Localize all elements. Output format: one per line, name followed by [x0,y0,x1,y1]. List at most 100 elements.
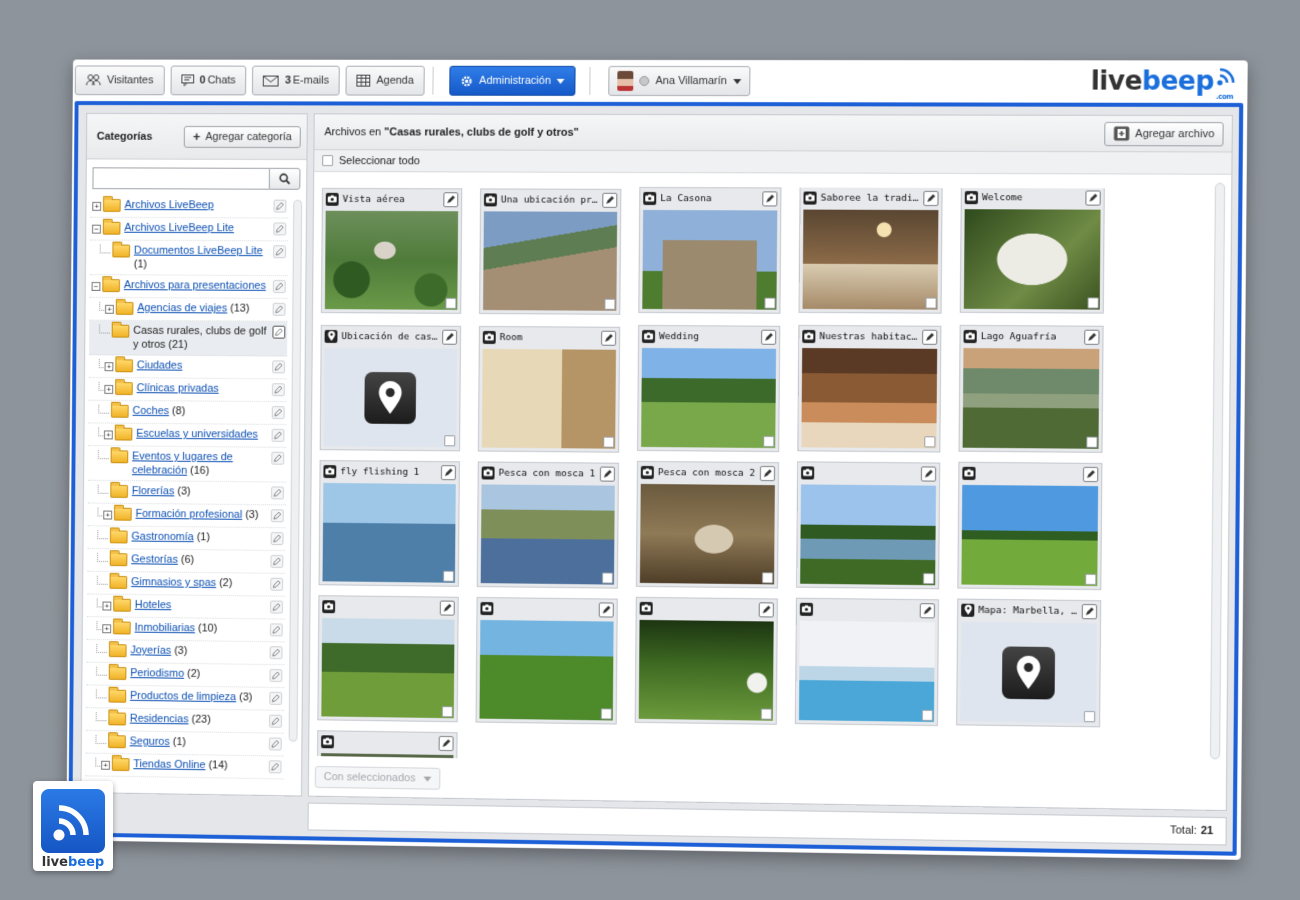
edit-file-icon[interactable] [923,190,939,206]
file-checkbox[interactable] [1083,710,1096,723]
add-file-button[interactable]: Agregar archivo [1104,121,1224,146]
category-tree-item[interactable]: − Archivos LiveBeep Lite [90,217,289,242]
photo-thumbnail[interactable] [641,347,777,449]
category-link[interactable]: Escuelas y universidades [136,428,258,441]
file-card[interactable] [796,461,941,590]
file-card[interactable] [957,461,1103,591]
edit-category-icon[interactable] [271,451,285,465]
file-checkbox[interactable] [444,435,456,447]
category-tree-item[interactable]: + Agencias de viajes (13) [89,297,288,322]
photo-thumbnail[interactable] [324,210,459,310]
category-link[interactable]: Joyerías [130,644,171,656]
file-card[interactable]: Ubicación de casa rural [319,324,462,452]
edit-category-icon[interactable] [272,325,286,339]
edit-category-icon[interactable] [271,486,284,500]
photo-thumbnail[interactable] [481,348,616,449]
category-tree-item[interactable]: Gimnasios y spas (2) [86,571,286,597]
edit-category-icon[interactable] [269,669,283,683]
category-tree-item[interactable]: Seguros (1) [85,730,284,757]
category-tree-item[interactable]: Florerías (3) [87,480,286,506]
edit-file-icon[interactable] [761,329,777,345]
photo-thumbnail[interactable] [322,482,456,583]
edit-file-icon[interactable] [759,465,776,481]
file-card[interactable]: Saboree la tradición [798,186,943,314]
file-checkbox[interactable] [603,436,615,448]
file-checkbox[interactable] [1086,436,1098,448]
edit-file-icon[interactable] [442,329,458,345]
file-card[interactable] [634,596,778,725]
file-card[interactable]: Wedding [637,324,781,453]
file-checkbox[interactable] [443,570,455,582]
category-link[interactable]: Gastronomía [131,531,193,544]
category-tree-item[interactable]: + Ciudades [88,355,288,380]
edit-category-icon[interactable] [271,406,285,420]
photo-thumbnail[interactable] [802,209,939,310]
edit-file-icon[interactable] [598,601,614,618]
map-placeholder[interactable] [960,621,1097,724]
edit-file-icon[interactable] [602,192,618,208]
edit-file-icon[interactable] [599,466,615,482]
category-link[interactable]: Florerías [132,485,175,497]
category-link[interactable]: Eventos y lugares de celebración [132,450,233,476]
edit-file-icon[interactable] [762,190,778,206]
edit-category-icon[interactable] [270,577,284,591]
edit-category-icon[interactable] [270,554,284,568]
photo-thumbnail[interactable] [963,209,1101,310]
edit-category-icon[interactable] [268,760,282,774]
category-link[interactable]: Agencias de viajes [137,302,227,314]
category-link[interactable]: Formación profesional [136,508,243,521]
user-menu-button[interactable]: Ana Villamarín [608,65,751,97]
file-card[interactable]: Mapa: Marbella, España [956,598,1102,728]
files-scrollbar[interactable] [1209,182,1226,760]
category-link[interactable]: Clínicas privadas [137,382,219,394]
edit-category-icon[interactable] [271,428,285,442]
edit-file-icon[interactable] [1082,466,1099,482]
category-link[interactable]: Residencias [130,713,189,726]
file-card[interactable]: Una ubicación privilegiada [479,188,622,315]
category-tree-item[interactable]: − Archivos para presentaciones [89,275,288,299]
category-tree-item[interactable]: Documentos LiveBeep Lite (1) [89,240,289,277]
collapse-icon[interactable]: − [92,224,101,234]
category-link[interactable]: Seguros [130,735,170,747]
photo-thumbnail[interactable] [801,347,938,449]
expand-icon[interactable]: + [101,760,110,770]
collapse-icon[interactable]: − [91,282,101,291]
category-link[interactable]: Archivos para presentaciones [124,279,266,292]
category-tree-item[interactable]: Gestorías (6) [87,548,286,574]
search-button[interactable] [268,167,301,190]
edit-category-icon[interactable] [273,199,287,213]
category-search-input[interactable] [92,167,269,190]
file-checkbox[interactable] [924,436,936,448]
visitors-button[interactable]: Visitantes [74,65,165,96]
select-all-row[interactable]: Seleccionar todo [314,150,1232,175]
file-card[interactable]: Pesca con mosca 2 [635,460,780,589]
edit-category-icon[interactable] [269,714,282,728]
file-checkbox[interactable] [1087,297,1099,309]
agenda-button[interactable]: Agenda [345,65,425,96]
edit-category-icon[interactable] [270,532,284,546]
edit-file-icon[interactable] [1085,189,1101,206]
category-link[interactable]: Ciudades [137,359,183,371]
chats-button[interactable]: 0 Chats [170,65,247,96]
edit-category-icon[interactable] [269,691,283,705]
edit-file-icon[interactable] [758,601,774,617]
administration-menu-button[interactable]: Administración [449,65,576,96]
file-card[interactable]: Lago Aguafría [958,324,1104,453]
photo-thumbnail[interactable] [800,484,936,586]
category-link[interactable]: Coches [132,405,169,417]
edit-file-icon[interactable] [919,602,935,618]
edit-category-icon[interactable] [272,280,286,293]
file-card[interactable]: Pesca con mosca 1 [476,461,619,589]
select-all-checkbox[interactable] [322,155,334,167]
file-checkbox[interactable] [445,297,457,309]
expand-icon[interactable]: + [103,510,113,520]
file-card[interactable]: Vista aérea [320,187,463,314]
file-card[interactable] [794,597,940,727]
map-placeholder[interactable] [323,347,457,448]
file-checkbox[interactable] [600,708,612,720]
category-tree-item[interactable]: + Inmobiliarias (10) [86,617,285,643]
file-checkbox[interactable] [760,708,772,720]
edit-category-icon[interactable] [269,646,283,660]
category-link[interactable]: Tiendas Online [133,758,205,771]
category-tree-item[interactable]: Productos de limpieza (3) [86,685,285,711]
